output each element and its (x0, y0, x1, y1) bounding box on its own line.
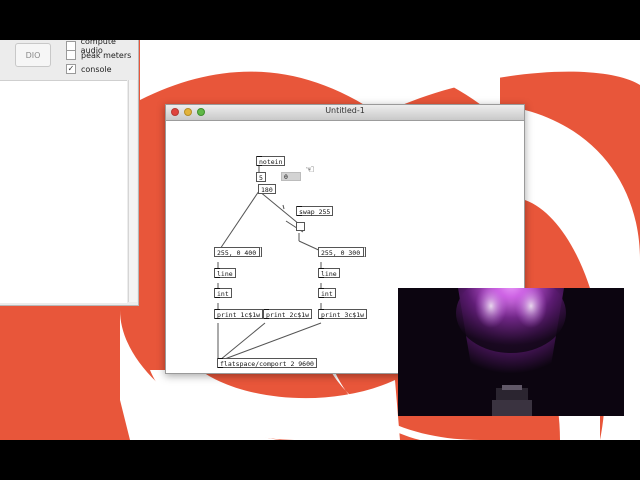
console-output[interactable] (0, 80, 127, 303)
lamp-glow-image (398, 288, 624, 416)
line-object-2[interactable]: line (318, 268, 340, 278)
message-box-2[interactable]: 255, 0 300 (318, 247, 367, 257)
message-box-1[interactable]: 255, 0 400 (214, 247, 263, 257)
mouse-cursor-icon: ☜ (305, 163, 315, 176)
int-object-1[interactable]: int (214, 288, 232, 298)
pd-main-window: DIO compute audio peak meters ✓ console (0, 40, 139, 306)
peak-meters-option[interactable]: peak meters (66, 50, 131, 60)
notein-object[interactable]: notein (256, 156, 286, 166)
console-option[interactable]: ✓ console (66, 64, 112, 74)
console-checkbox[interactable]: ✓ (66, 64, 76, 74)
line-object-1[interactable]: line (214, 268, 236, 278)
number-box-2[interactable]: 0 (282, 172, 290, 182)
peak-meters-label: peak meters (81, 50, 132, 60)
dio-button[interactable]: DIO (15, 43, 51, 67)
number-box-3[interactable]: 180 (258, 184, 276, 194)
peak-meters-checkbox[interactable] (66, 50, 76, 60)
window-title: Untitled-1 (325, 106, 365, 115)
bang-toggle[interactable] (296, 222, 305, 231)
print-object-3[interactable]: print 3c$1w (318, 309, 368, 319)
int-object-2[interactable]: int (318, 288, 336, 298)
print-object-1[interactable]: print 1c$1w (214, 309, 264, 319)
video-overlay (398, 288, 624, 416)
patch-titlebar[interactable]: Untitled-1 (166, 105, 524, 121)
number-box-1[interactable]: 5 (256, 172, 266, 182)
print-object-2[interactable]: print 2c$1w (263, 309, 313, 319)
console-scrollbar[interactable] (128, 80, 137, 302)
comport-object[interactable]: flatspace/comport 2 9600 (217, 358, 317, 368)
console-label: console (81, 64, 112, 74)
swap-object[interactable]: swap 255 (296, 206, 334, 216)
desktop: DIO compute audio peak meters ✓ console … (0, 40, 640, 440)
